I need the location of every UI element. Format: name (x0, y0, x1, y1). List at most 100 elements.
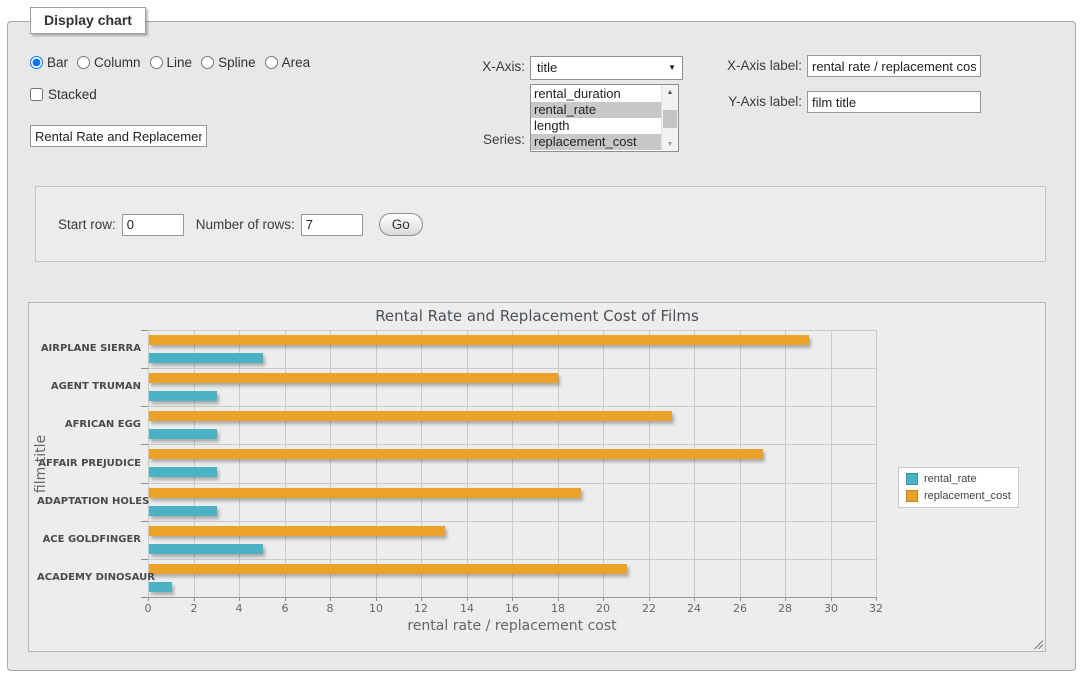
chart-bar-rental_rate (149, 353, 263, 363)
rows-panel: Start row: Number of rows: Go (35, 186, 1046, 262)
chart-type-radio-label: Spline (218, 55, 256, 70)
rows-panel-row: Start row: Number of rows: Go (58, 213, 423, 236)
y-category-label: AGENT TRUMAN (37, 381, 141, 392)
x-axis-select[interactable]: title ▼ (530, 56, 683, 80)
chart-bar-replacement_cost (149, 488, 581, 498)
legend-label: replacement_cost (924, 490, 1011, 502)
chart-title-input[interactable] (30, 125, 207, 147)
legend-swatch (906, 473, 918, 485)
x-axis-label-input[interactable] (807, 55, 981, 77)
stacked-checkbox[interactable] (30, 88, 43, 101)
gridline-vertical (649, 330, 650, 597)
y-tick-mark (141, 559, 148, 560)
series-option-replacement_cost[interactable]: replacement_cost (531, 134, 661, 150)
fieldset-legend: Display chart (30, 7, 146, 34)
chart-type-option-column[interactable]: Column (77, 55, 141, 70)
gridline-vertical (285, 330, 286, 597)
legend-item-replacement_cost: replacement_cost (906, 490, 1011, 502)
y-tick-mark (141, 483, 148, 484)
x-tick-label: 22 (634, 602, 664, 615)
scrollbar-thumb[interactable] (663, 110, 677, 128)
series-option-rental_rate[interactable]: rental_rate (531, 102, 661, 118)
y-category-label: AFFAIR PREJUDICE (37, 458, 141, 469)
go-button[interactable]: Go (379, 213, 423, 236)
chart-type-radio-area[interactable] (265, 56, 278, 69)
y-axis-title: film title (33, 435, 49, 493)
series-options: rental_durationrental_ratelengthreplacem… (531, 85, 661, 151)
chart-type-option-bar[interactable]: Bar (30, 55, 68, 70)
chart-type-radio-column[interactable] (77, 56, 90, 69)
x-tick-label: 28 (770, 602, 800, 615)
listbox-scrollbar[interactable]: ▲ ▼ (661, 85, 678, 151)
x-tick-label: 16 (497, 602, 527, 615)
x-tick-label: 26 (725, 602, 755, 615)
x-tick-label: 30 (816, 602, 846, 615)
chart-type-option-area[interactable]: Area (265, 55, 311, 70)
gridline-horizontal (148, 521, 876, 522)
x-tick-label: 10 (361, 602, 391, 615)
series-option-length[interactable]: length (531, 118, 661, 134)
chart-bar-replacement_cost (149, 335, 809, 345)
gridline-vertical (194, 330, 195, 597)
gridline-vertical (876, 330, 877, 597)
gridline-vertical (785, 330, 786, 597)
y-tick-mark (141, 330, 148, 331)
gridline-vertical (330, 330, 331, 597)
x-tick-label: 20 (588, 602, 618, 615)
legend-swatch (906, 490, 918, 502)
scrollbar-down-icon[interactable]: ▼ (662, 137, 678, 151)
x-tick-label: 18 (543, 602, 573, 615)
chart-bar-rental_rate (149, 544, 263, 554)
gridline-vertical (558, 330, 559, 597)
x-axis-text-label: X-Axis label: (712, 54, 802, 78)
chart-legend: rental_rate replacement_cost (898, 467, 1019, 508)
y-tick-mark (141, 368, 148, 369)
gridline-horizontal (148, 368, 876, 369)
start-row-input[interactable] (122, 214, 184, 236)
gridline-horizontal (148, 483, 876, 484)
chart-type-radio-spline[interactable] (201, 56, 214, 69)
x-tick-label: 6 (270, 602, 300, 615)
y-axis-label-input[interactable] (807, 91, 981, 113)
legend-item-rental_rate: rental_rate (906, 473, 1011, 485)
chart-type-radio-bar[interactable] (30, 56, 43, 69)
y-category-label: AIRPLANE SIERRA (37, 343, 141, 354)
chart-bar-rental_rate (149, 391, 217, 401)
gridline-vertical (148, 330, 149, 597)
chart-type-radio-line[interactable] (150, 56, 163, 69)
gridline-vertical (740, 330, 741, 597)
scrollbar-up-icon[interactable]: ▲ (662, 85, 678, 99)
gridline-horizontal (148, 444, 876, 445)
gridline-horizontal (148, 406, 876, 407)
x-tick-label: 8 (315, 602, 345, 615)
number-of-rows-label: Number of rows: (196, 217, 295, 232)
x-axis-selected-value: title (537, 60, 557, 75)
chart-bar-rental_rate (149, 506, 217, 516)
y-axis-text-label: Y-Axis label: (712, 90, 802, 114)
series-option-rental_duration[interactable]: rental_duration (531, 86, 661, 102)
gridline-vertical (421, 330, 422, 597)
series-listbox[interactable]: rental_durationrental_ratelengthreplacem… (530, 84, 679, 152)
gridline-vertical (376, 330, 377, 597)
number-of-rows-input[interactable] (301, 214, 363, 236)
chart-type-option-spline[interactable]: Spline (201, 55, 256, 70)
chart-bar-replacement_cost (149, 373, 558, 383)
series-listbox-label: Series: (437, 128, 525, 152)
chart-bar-rental_rate (149, 582, 172, 592)
chart-type-option-line[interactable]: Line (150, 55, 193, 70)
y-category-label: ACADEMY DINOSAUR (37, 572, 141, 583)
y-tick-mark (141, 521, 148, 522)
y-tick-mark (141, 444, 148, 445)
stacked-label: Stacked (48, 87, 97, 102)
gridline-vertical (694, 330, 695, 597)
y-category-label: ACE GOLDFINGER (37, 534, 141, 545)
chart-type-radio-label: Column (94, 55, 141, 70)
stacked-checkbox-row[interactable]: Stacked (30, 87, 97, 102)
chart-bar-replacement_cost (149, 449, 763, 459)
chart-type-radio-label: Area (282, 55, 311, 70)
chart-bar-replacement_cost (149, 564, 627, 574)
chart-bar-rental_rate (149, 467, 217, 477)
chart-canvas: Rental Rate and Replacement Cost of Film… (29, 303, 1045, 651)
gridline-vertical (831, 330, 832, 597)
x-axis-title: rental rate / replacement cost (148, 618, 876, 634)
